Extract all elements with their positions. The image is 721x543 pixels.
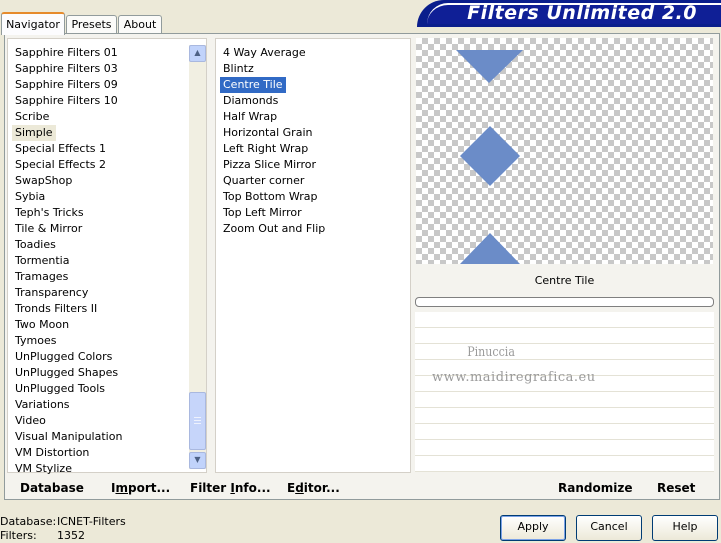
filter-item[interactable]: Half Wrap: [220, 109, 280, 125]
tab-about[interactable]: About: [118, 15, 162, 33]
title-banner: Filters Unlimited 2.0: [417, 0, 721, 27]
filter-item[interactable]: Pizza Slice Mirror: [220, 157, 319, 173]
apply-button[interactable]: Apply: [500, 515, 566, 541]
category-item[interactable]: Tronds Filters II: [12, 301, 100, 317]
filter-item[interactable]: Top Bottom Wrap: [220, 189, 321, 205]
scroll-thumb[interactable]: [189, 392, 206, 450]
app-title: Filters Unlimited 2.0: [467, 2, 697, 24]
category-item[interactable]: UnPlugged Tools: [12, 381, 108, 397]
randomize-button[interactable]: Randomize: [558, 478, 632, 498]
diamond-shape-top: [456, 50, 523, 83]
category-item[interactable]: Transparency: [12, 285, 91, 301]
category-item[interactable]: Scribe: [12, 109, 52, 125]
navigator-panel: Sapphire Filters 01 Sapphire Filters 03 Sa…: [4, 33, 720, 500]
filter-item[interactable]: 4 Way Average: [220, 45, 309, 61]
scroll-up-button[interactable]: ▲: [189, 45, 206, 62]
filter-item[interactable]: Quarter corner: [220, 173, 307, 189]
filter-item[interactable]: Left Right Wrap: [220, 141, 311, 157]
category-item[interactable]: Teph's Tricks: [12, 205, 87, 221]
category-item[interactable]: SwapShop: [12, 173, 75, 189]
category-item[interactable]: Special Effects 2: [12, 157, 109, 173]
category-item[interactable]: Sapphire Filters 01: [12, 45, 121, 61]
category-item[interactable]: Sapphire Filters 09: [12, 77, 121, 93]
tab-presets[interactable]: Presets: [66, 15, 117, 33]
help-button[interactable]: Help: [652, 515, 718, 541]
category-item[interactable]: VM Stylize: [12, 461, 75, 477]
status-database: Database: ICNET-Filters: [0, 515, 126, 528]
diamond-shape-center: [460, 126, 520, 186]
category-item[interactable]: VM Distortion: [12, 445, 92, 461]
category-item[interactable]: Variations: [12, 397, 73, 413]
import-button[interactable]: Import...: [111, 478, 170, 498]
filter-item[interactable]: Centre Tile: [220, 77, 286, 93]
tab-navigator[interactable]: Navigator: [1, 12, 65, 35]
category-item[interactable]: Sybia: [12, 189, 48, 205]
filter-item[interactable]: Blintz: [220, 61, 257, 77]
progress-bar: [415, 297, 714, 307]
preview-filter-name: Centre Tile: [534, 274, 595, 287]
status-filters-label: Filters:: [0, 529, 37, 542]
watermark-url: www.maidiregrafica.eu: [432, 370, 596, 385]
category-item[interactable]: Simple: [12, 125, 56, 141]
database-button[interactable]: Database: [20, 478, 84, 498]
category-item[interactable]: Tramages: [12, 269, 71, 285]
status-filters: Filters: 1352: [0, 529, 85, 542]
category-scrollbar[interactable]: ▲ ▼: [189, 45, 206, 469]
reset-button[interactable]: Reset: [657, 478, 695, 498]
filter-item[interactable]: Zoom Out and Flip: [220, 221, 328, 237]
category-list[interactable]: Sapphire Filters 01 Sapphire Filters 03 Sa…: [7, 38, 207, 475]
filter-item[interactable]: Top Left Mirror: [220, 205, 305, 221]
watermark-name: Pinuccia: [467, 345, 515, 360]
scroll-down-button[interactable]: ▼: [189, 452, 206, 469]
category-item[interactable]: Video: [12, 413, 49, 429]
category-item[interactable]: Sapphire Filters 10: [12, 93, 121, 109]
action-bar: Database Import... Filter Info... Editor…: [5, 478, 719, 498]
category-item[interactable]: Toadies: [12, 237, 59, 253]
category-item[interactable]: Tormentia: [12, 253, 72, 269]
category-item[interactable]: Special Effects 1: [12, 141, 109, 157]
category-item[interactable]: Tymoes: [12, 333, 59, 349]
category-item[interactable]: Visual Manipulation: [12, 429, 125, 445]
filter-item[interactable]: Horizontal Grain: [220, 125, 315, 141]
status-database-label: Database:: [0, 515, 57, 528]
status-database-value: ICNET-Filters: [57, 515, 126, 528]
category-item[interactable]: Tile & Mirror: [12, 221, 85, 237]
category-item[interactable]: Two Moon: [12, 317, 72, 333]
filter-info-button[interactable]: Filter Info...: [190, 478, 271, 498]
category-item[interactable]: UnPlugged Colors: [12, 349, 115, 365]
editor-button[interactable]: Editor...: [287, 478, 340, 498]
status-filters-value: 1352: [57, 529, 85, 542]
category-item[interactable]: Sapphire Filters 03: [12, 61, 121, 77]
diamond-shape-bottom: [460, 233, 520, 264]
category-item[interactable]: UnPlugged Shapes: [12, 365, 121, 381]
cancel-button[interactable]: Cancel: [576, 515, 642, 541]
filter-list[interactable]: 4 Way Average Blintz Centre Tile Diamonds Ha…: [215, 38, 411, 473]
parameter-area: [415, 312, 714, 472]
filter-item[interactable]: Diamonds: [220, 93, 281, 109]
preview-image: [416, 38, 713, 264]
